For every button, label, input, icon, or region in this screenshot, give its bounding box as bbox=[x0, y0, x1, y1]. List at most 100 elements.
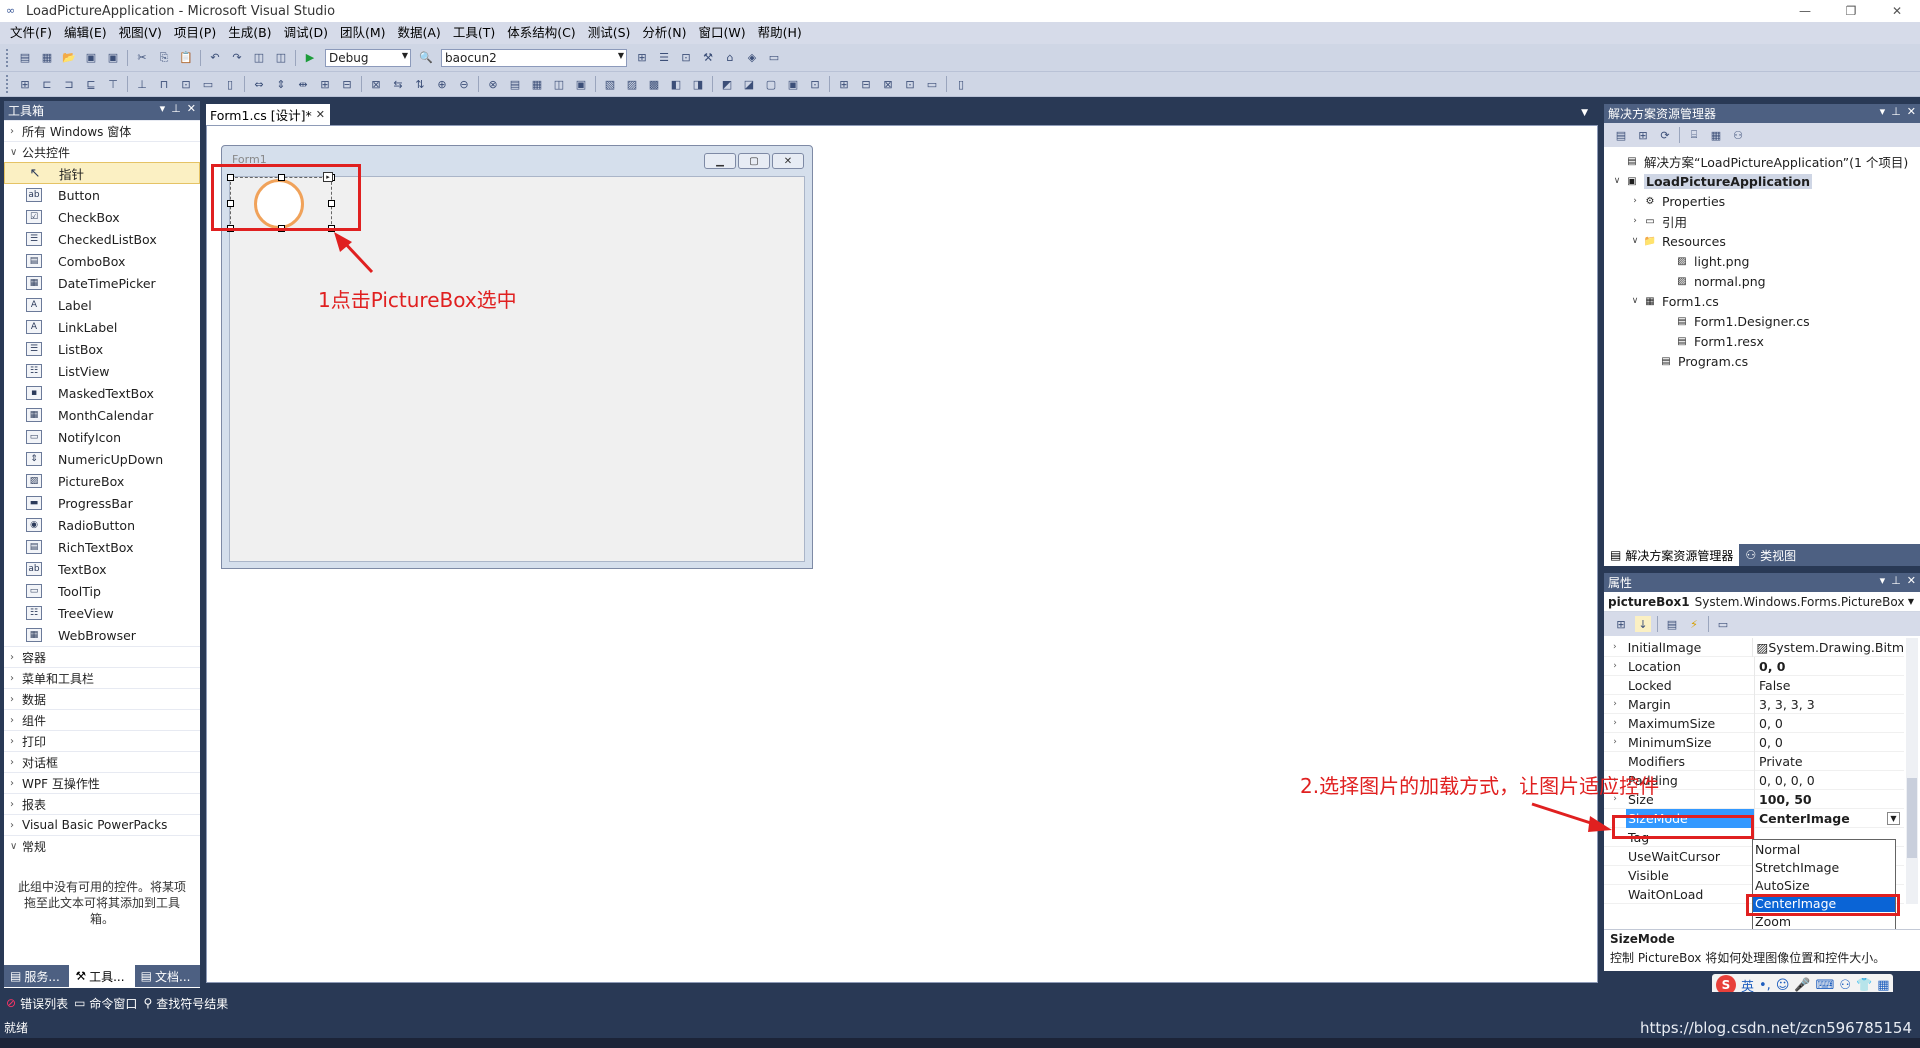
form-client-area[interactable]: ▸ bbox=[227, 172, 805, 562]
toolbox-section[interactable]: ∨ 公共控件 bbox=[4, 141, 200, 162]
toolbox-section[interactable]: › 报表 bbox=[4, 793, 200, 814]
tab-error-list[interactable]: ⊘ 错误列表 bbox=[6, 995, 68, 1012]
copy-icon[interactable]: ⎘ bbox=[156, 50, 172, 66]
menu-item[interactable]: 文件(F) bbox=[4, 22, 58, 44]
sizemode-option[interactable]: Normal bbox=[1753, 840, 1895, 858]
layout-tool-icon[interactable]: ▯ bbox=[953, 76, 969, 92]
restore-button[interactable]: ❐ bbox=[1828, 0, 1874, 22]
layout-tool-icon[interactable]: ▤ bbox=[507, 76, 523, 92]
pin-icon[interactable]: ⊥ bbox=[1891, 105, 1901, 118]
find-in-files-icon[interactable]: 🔍 bbox=[418, 50, 434, 66]
toolbox-item-datetimepicker[interactable]: ▦ DateTimePicker bbox=[4, 272, 200, 294]
close-button[interactable]: ✕ bbox=[1874, 0, 1920, 22]
form1-designer-node[interactable]: ▤ Form1.Designer.cs bbox=[1604, 311, 1920, 331]
properties-icon[interactable]: ▤ bbox=[1613, 127, 1629, 143]
redo-icon[interactable]: ↷ bbox=[229, 50, 245, 66]
start-debugging-icon[interactable]: ▶ bbox=[302, 50, 318, 66]
layout-tool-icon[interactable]: ◩ bbox=[719, 76, 735, 92]
property-row[interactable]: Locked False bbox=[1604, 675, 1904, 695]
menu-item[interactable]: 调试(D) bbox=[278, 22, 334, 44]
expand-down-icon[interactable]: ∨ bbox=[1610, 176, 1624, 186]
toolbox-section[interactable]: › 容器 bbox=[4, 646, 200, 667]
toolbox-item-label[interactable]: A Label bbox=[4, 294, 200, 316]
open-file-icon[interactable]: 📂 bbox=[61, 50, 77, 66]
light-png-node[interactable]: ▨ light.png bbox=[1604, 251, 1920, 271]
navigate-forward-icon[interactable]: ◫ bbox=[273, 50, 289, 66]
cut-icon[interactable]: ✂ bbox=[134, 50, 150, 66]
properties-window-icon[interactable]: ☰ bbox=[656, 50, 672, 66]
layout-tool-icon[interactable]: ▭ bbox=[924, 76, 940, 92]
layout-tool-icon[interactable]: ⇹ bbox=[295, 76, 311, 92]
tab-document-outline[interactable]: ▤ 文档... bbox=[135, 965, 200, 987]
layout-tool-icon[interactable]: ⊠ bbox=[880, 76, 896, 92]
alphabetical-icon[interactable]: ↓ bbox=[1635, 616, 1651, 632]
tab-find-symbol-results[interactable]: ⚲ 查找符号结果 bbox=[143, 995, 228, 1012]
layout-tool-icon[interactable]: ⊗ bbox=[485, 76, 501, 92]
layout-tool-icon[interactable]: ◫ bbox=[551, 76, 567, 92]
layout-tool-icon[interactable]: ▯ bbox=[222, 76, 238, 92]
emoji-icon[interactable]: ☺ bbox=[1776, 978, 1790, 993]
dropdown-arrow-button[interactable]: ▼ bbox=[1887, 811, 1900, 825]
new-project-icon[interactable]: ▤ bbox=[17, 50, 33, 66]
toolbar-grip[interactable] bbox=[6, 48, 10, 67]
layout-tool-icon[interactable]: ▩ bbox=[646, 76, 662, 92]
layout-tool-icon[interactable]: ◪ bbox=[741, 76, 757, 92]
toolbox-section[interactable]: › 菜单和工具栏 bbox=[4, 667, 200, 688]
start-page-icon[interactable]: ⌂ bbox=[722, 50, 738, 66]
toolbox-item-maskedtextbox[interactable]: ▪ MaskedTextBox bbox=[4, 382, 200, 404]
toolbox-item-listview[interactable]: ☷ ListView bbox=[4, 360, 200, 382]
toolbox-item-pointer[interactable]: ↖ 指针 bbox=[4, 162, 200, 184]
toolbox-item-webbrowser[interactable]: ▦ WebBrowser bbox=[4, 624, 200, 646]
property-row[interactable]: › InitialImage ▨ System.Drawing.Bitm bbox=[1604, 637, 1904, 657]
toolbox-item-radiobutton[interactable]: ◉ RadioButton bbox=[4, 514, 200, 536]
layout-tool-icon[interactable]: ⊖ bbox=[456, 76, 472, 92]
categorized-icon[interactable]: ⊞ bbox=[1613, 616, 1629, 632]
toolbox-item-richtextbox[interactable]: ▤ RichTextBox bbox=[4, 536, 200, 558]
property-row[interactable]: › MinimumSize 0, 0 bbox=[1604, 732, 1904, 752]
toolbox-item-treeview[interactable]: ☷ TreeView bbox=[4, 602, 200, 624]
expand-down-icon[interactable]: ∨ bbox=[1628, 296, 1642, 306]
layout-tool-icon[interactable]: ⊡ bbox=[807, 76, 823, 92]
close-icon[interactable]: ✕ bbox=[1907, 574, 1916, 587]
layout-tool-icon[interactable]: ⊤ bbox=[105, 76, 121, 92]
property-value[interactable]: 0, 0 bbox=[1754, 713, 1904, 733]
toolbox-item-listbox[interactable]: ☰ ListBox bbox=[4, 338, 200, 360]
toolbox-item-textbox[interactable]: ab TextBox bbox=[4, 558, 200, 580]
layout-tool-icon[interactable]: ◧ bbox=[668, 76, 684, 92]
menu-item[interactable]: 团队(M) bbox=[334, 22, 392, 44]
property-value[interactable]: 0, 0 bbox=[1754, 732, 1904, 752]
layout-tool-icon[interactable]: ⊞ bbox=[317, 76, 333, 92]
toolbox-section[interactable]: › 所有 Windows 窗体 bbox=[4, 120, 200, 141]
class-diagram-icon[interactable]: ⚇ bbox=[1730, 127, 1746, 143]
expand-right-icon[interactable]: › bbox=[1604, 737, 1626, 747]
save-icon[interactable]: ▣ bbox=[83, 50, 99, 66]
property-row[interactable]: Modifiers Private bbox=[1604, 751, 1904, 771]
toolbox-section[interactable]: › 打印 bbox=[4, 730, 200, 751]
layout-tool-icon[interactable]: ⇕ bbox=[273, 76, 289, 92]
tab-command-window[interactable]: ▭ 命令窗口 bbox=[74, 995, 137, 1012]
menu-item[interactable]: 生成(B) bbox=[222, 22, 277, 44]
toolbox-section[interactable]: › 组件 bbox=[4, 709, 200, 730]
layout-tool-icon[interactable]: ▣ bbox=[573, 76, 589, 92]
menu-item[interactable]: 视图(V) bbox=[113, 22, 168, 44]
toolbox-item-button[interactable]: ab Button bbox=[4, 184, 200, 206]
program-cs-node[interactable]: ▤ Program.cs bbox=[1604, 351, 1920, 371]
expand-right-icon[interactable]: › bbox=[1604, 718, 1626, 728]
save-all-icon[interactable]: ▣ bbox=[105, 50, 121, 66]
toolbox-section[interactable]: ∨ 常规 bbox=[4, 835, 200, 856]
layout-tool-icon[interactable]: ⊥ bbox=[134, 76, 150, 92]
property-pages-icon[interactable]: ▭ bbox=[1715, 616, 1731, 632]
menu-item[interactable]: 体系结构(C) bbox=[501, 22, 581, 44]
paste-icon[interactable]: 📋 bbox=[178, 50, 194, 66]
close-icon[interactable]: ✕ bbox=[187, 102, 196, 115]
layout-tool-icon[interactable]: ⇆ bbox=[390, 76, 406, 92]
view-designer-icon[interactable]: ▦ bbox=[1708, 127, 1724, 143]
tab-toolbox[interactable]: ⚒ 工具... bbox=[69, 965, 135, 987]
add-item-icon[interactable]: ▦ bbox=[39, 50, 55, 66]
tab-form1-design[interactable]: Form1.cs [设计]* ✕ bbox=[206, 104, 330, 125]
property-value[interactable]: 3, 3, 3, 3 bbox=[1754, 694, 1904, 714]
object-browser-icon[interactable]: ⊡ bbox=[678, 50, 694, 66]
microphone-icon[interactable]: 🎤 bbox=[1794, 978, 1810, 993]
expand-right-icon[interactable]: › bbox=[1604, 699, 1626, 709]
expand-right-icon[interactable]: › bbox=[1604, 661, 1626, 671]
